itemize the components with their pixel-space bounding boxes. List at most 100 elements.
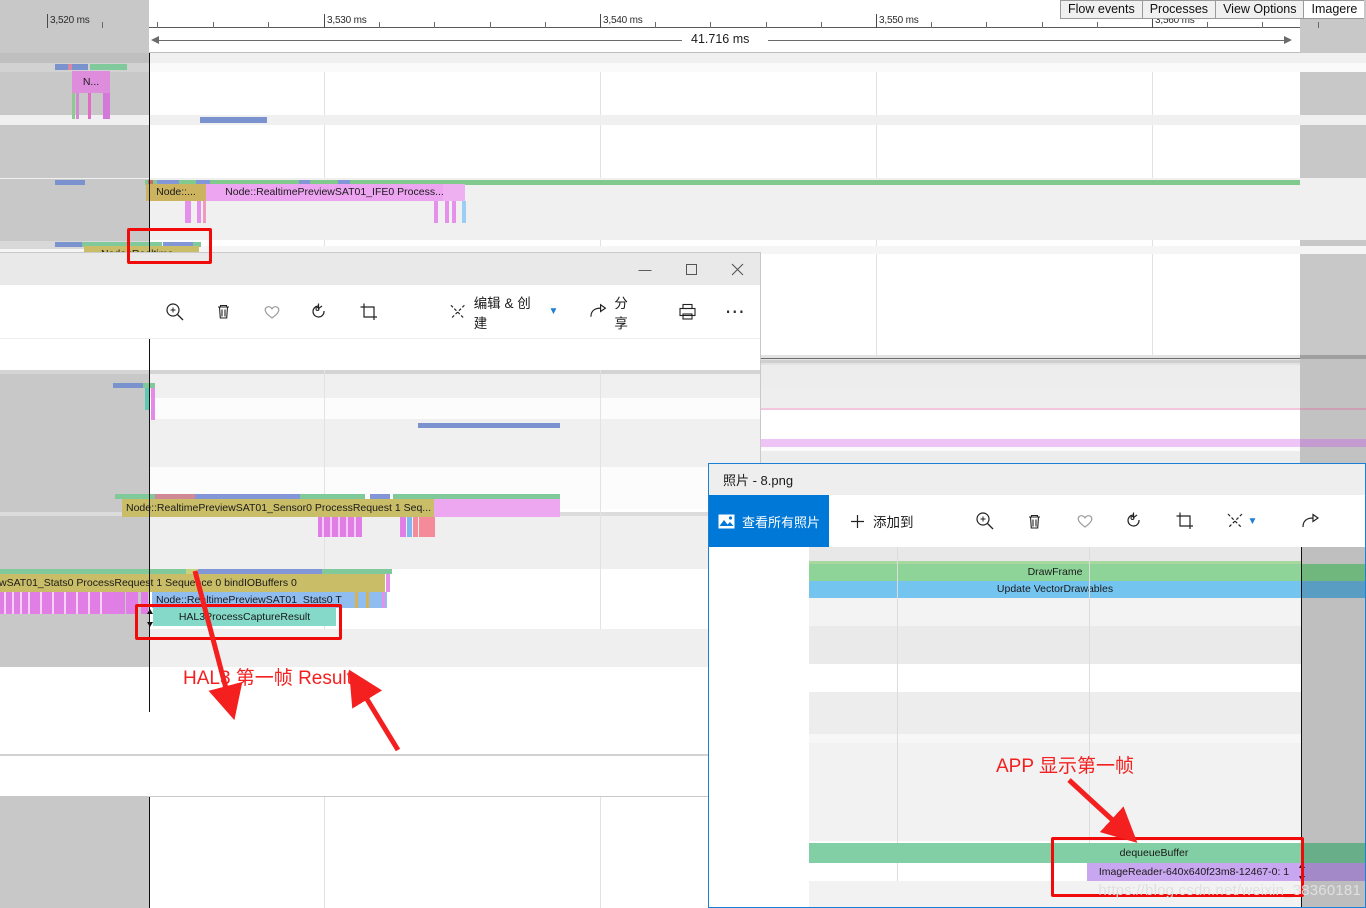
- trash-icon[interactable]: [199, 290, 248, 334]
- micro-slice[interactable]: [434, 201, 438, 223]
- micro-slice[interactable]: [400, 517, 406, 537]
- micro-slice[interactable]: [20, 592, 22, 614]
- micro-slice[interactable]: [418, 423, 560, 428]
- slice-dequeuebuffer-overflow[interactable]: [1301, 843, 1365, 863]
- annotation-hal3-result-label: HAL3 第一帧 Result: [183, 668, 352, 689]
- slice-marker[interactable]: [68, 64, 72, 70]
- slice-imagereader-overflow[interactable]: [1301, 863, 1365, 881]
- processes-button[interactable]: Processes: [1141, 0, 1217, 19]
- micro-slice[interactable]: [445, 201, 449, 223]
- close-icon[interactable]: [714, 253, 760, 285]
- micro-slice[interactable]: [366, 592, 369, 608]
- row-band: [149, 398, 760, 419]
- micro-slice[interactable]: [28, 592, 30, 614]
- duration-arrow-left: [151, 36, 159, 44]
- micro-slice[interactable]: [12, 592, 14, 614]
- micro-slice[interactable]: [355, 592, 358, 608]
- trash-icon[interactable]: [1010, 499, 1060, 543]
- slice-tail[interactable]: [434, 499, 560, 517]
- edit-create-button[interactable]: 编辑 & 创建 ▼: [441, 290, 566, 334]
- slice-node-short-1[interactable]: N...: [72, 71, 110, 93]
- micro-slice[interactable]: [354, 517, 356, 537]
- window-titlebar-1[interactable]: —: [0, 253, 760, 285]
- ruler-tick-label: 3,520 ms: [50, 15, 90, 26]
- micro-slice[interactable]: [452, 201, 456, 223]
- micro-slice[interactable]: [386, 574, 390, 592]
- flow-events-button[interactable]: Flow events: [1060, 0, 1143, 19]
- slice-update-vectordrawables[interactable]: Update VectorDrawables: [809, 581, 1301, 598]
- rotate-icon[interactable]: [296, 290, 345, 334]
- slice-ife0-process[interactable]: Node::RealtimePreviewSAT01_IFE0 Process.…: [206, 184, 463, 201]
- micro-slice[interactable]: [151, 388, 155, 420]
- share-icon[interactable]: [1285, 499, 1335, 543]
- slice-drawframe[interactable]: DrawFrame: [809, 564, 1301, 581]
- top-toolbar[interactable]: Flow events Processes View Options Image…: [1060, 0, 1365, 19]
- share-label: 分享: [614, 295, 628, 331]
- zoom-in-icon[interactable]: [960, 499, 1010, 543]
- micro-slice[interactable]: [76, 93, 79, 119]
- micro-slice[interactable]: [203, 201, 206, 223]
- annotation-box-hal3-start: [127, 228, 212, 264]
- zoom-in-icon[interactable]: [150, 290, 199, 334]
- more-icon[interactable]: ⋯: [711, 290, 760, 334]
- micro-slice[interactable]: [407, 517, 412, 537]
- minimize-icon[interactable]: —: [622, 253, 668, 285]
- crop-icon[interactable]: [344, 290, 393, 334]
- micro-slice[interactable]: [382, 592, 385, 608]
- micro-slice[interactable]: [88, 93, 91, 119]
- slice-update-overflow[interactable]: [1301, 581, 1365, 598]
- photo-viewer-window-1[interactable]: — 编辑 & 创建 ▼ 分享 ⋯ Node::RealtimePreviewSA…: [0, 253, 760, 796]
- imagere-button[interactable]: Imagere: [1303, 0, 1365, 19]
- micro-slice[interactable]: [113, 383, 146, 388]
- micro-slice[interactable]: [413, 517, 418, 537]
- window-titlebar-2[interactable]: 照片 - 8.png: [709, 464, 1365, 495]
- micro-slice[interactable]: [4, 592, 6, 614]
- annotation-app-first-frame-label: APP 显示第一帧: [996, 756, 1134, 777]
- micro-slice[interactable]: [76, 592, 78, 614]
- micro-slice[interactable]: [103, 93, 110, 119]
- micro-slice[interactable]: [338, 517, 340, 537]
- slice-marker[interactable]: [200, 117, 267, 123]
- maximize-icon[interactable]: [668, 253, 714, 285]
- micro-slice[interactable]: [72, 93, 75, 119]
- crop-icon[interactable]: [1160, 499, 1210, 543]
- chevron-down-icon[interactable]: ▼: [1248, 516, 1258, 527]
- slice-marker[interactable]: [90, 64, 127, 70]
- chevron-down-icon[interactable]: ▼: [549, 306, 559, 317]
- micro-slice-group[interactable]: [0, 592, 125, 614]
- time-cursor[interactable]: [149, 339, 150, 712]
- micro-slice[interactable]: [88, 592, 90, 614]
- micro-slice[interactable]: [64, 592, 66, 614]
- slice-stats0-bindiobuffers[interactable]: wSAT01_Stats0 ProcessRequest 1 Sequence …: [0, 574, 385, 592]
- share-button[interactable]: 分享: [581, 290, 648, 334]
- micro-slice[interactable]: [346, 517, 348, 537]
- view-all-photos-button[interactable]: 查看所有照片: [709, 495, 829, 547]
- row-band: [0, 63, 1366, 72]
- add-to-button[interactable]: 添加到: [841, 499, 922, 543]
- micro-slice[interactable]: [419, 517, 435, 537]
- photo-toolbar-1[interactable]: 编辑 & 创建 ▼ 分享 ⋯: [0, 285, 760, 339]
- micro-slice[interactable]: [52, 592, 54, 614]
- slice-sensor0-processrequest[interactable]: Node::RealtimePreviewSAT01_Sensor0 Proce…: [122, 499, 434, 517]
- heart-icon[interactable]: [1060, 499, 1110, 543]
- micro-slice[interactable]: [462, 201, 466, 223]
- micro-slice[interactable]: [100, 592, 102, 614]
- micro-slice[interactable]: [322, 517, 324, 537]
- duration-right-gutter: [1300, 28, 1366, 53]
- annotation-box-hal3-result: [135, 604, 342, 640]
- micro-slice[interactable]: [185, 201, 191, 223]
- photo-viewer-window-2[interactable]: 照片 - 8.png 查看所有照片 添加到 ▼ DrawFrame Update…: [708, 463, 1366, 908]
- slice-node-short-2[interactable]: Node::...: [146, 184, 206, 201]
- micro-slice[interactable]: [40, 592, 42, 614]
- print-icon[interactable]: [663, 290, 712, 334]
- micro-slice[interactable]: [55, 180, 85, 185]
- slice-tail[interactable]: [443, 184, 465, 201]
- heart-icon[interactable]: [247, 290, 296, 334]
- micro-slice[interactable]: [330, 517, 332, 537]
- track-header: [1300, 408, 1366, 410]
- slice-drawframe-overflow[interactable]: [1301, 564, 1365, 581]
- view-options-button[interactable]: View Options: [1215, 0, 1305, 19]
- rotate-icon[interactable]: [1110, 499, 1160, 543]
- photo-toolbar-2[interactable]: 查看所有照片 添加到 ▼: [709, 495, 1365, 547]
- micro-slice[interactable]: [197, 201, 201, 223]
